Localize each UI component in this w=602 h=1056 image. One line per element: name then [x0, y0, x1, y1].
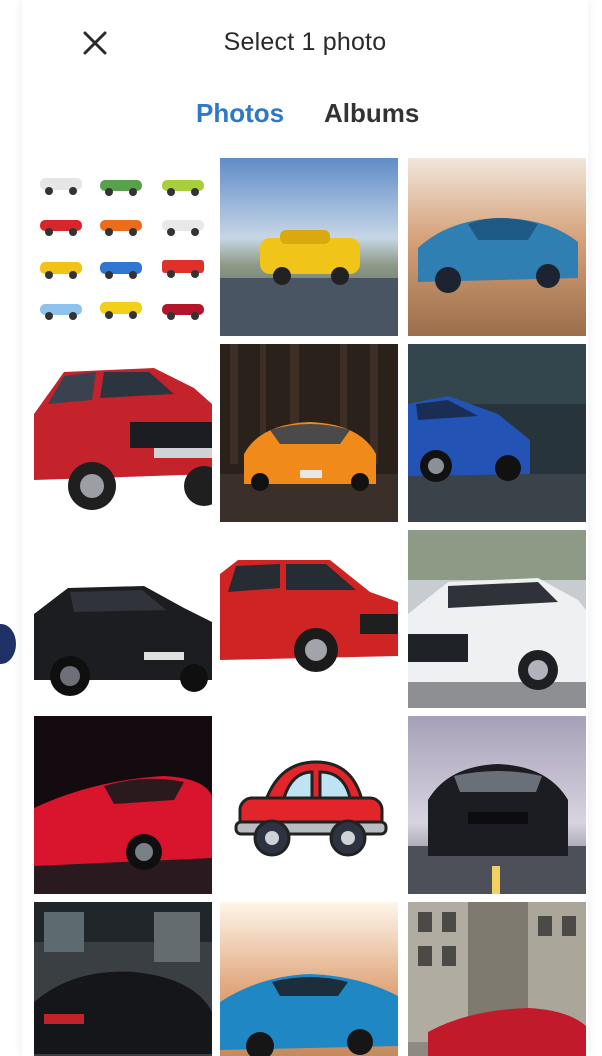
tab-albums[interactable]: Albums [324, 98, 419, 129]
photo-thumbnail[interactable] [34, 530, 212, 708]
photo-thumbnail[interactable] [34, 716, 212, 894]
blue-sports-car-image [408, 158, 586, 336]
red-sports-car-image [34, 716, 212, 894]
photo-grid [34, 158, 586, 1056]
yellow-sports-car-image [220, 158, 398, 336]
tab-photos[interactable]: Photos [196, 98, 284, 129]
black-suv-image [34, 530, 212, 708]
photo-thumbnail[interactable] [34, 158, 212, 336]
photo-thumbnail[interactable] [220, 344, 398, 522]
red-compact-suv-image [220, 530, 398, 708]
photo-thumbnail[interactable] [34, 902, 212, 1056]
picker-header: Select 1 photo [22, 0, 588, 90]
red-car-street-image [408, 902, 586, 1056]
photo-thumbnail[interactable] [408, 902, 586, 1056]
page-title: Select 1 photo [223, 28, 387, 56]
photo-thumbnail[interactable] [34, 344, 212, 522]
white-coupe-image [408, 530, 586, 708]
photo-thumbnail[interactable] [220, 902, 398, 1056]
edge-indicator-dot [0, 624, 16, 664]
photo-thumbnail[interactable] [220, 530, 398, 708]
blue-camaro-image [220, 902, 398, 1056]
black-muscle-car-image [408, 716, 586, 894]
photo-thumbnail[interactable] [220, 158, 398, 336]
photo-thumbnail[interactable] [408, 716, 586, 894]
photo-thumbnail[interactable] [408, 530, 586, 708]
black-supercar-image [34, 902, 212, 1056]
orange-supercar-image [220, 344, 398, 522]
blue-suv-image [408, 344, 586, 522]
red-suv-image [34, 344, 212, 522]
photo-picker-screen: Select 1 photo Photos Albums [0, 0, 602, 1056]
car-icons-collage-image [34, 158, 212, 336]
photo-thumbnail[interactable] [408, 344, 586, 522]
tab-bar: Photos Albums [22, 98, 588, 138]
photo-thumbnail[interactable] [408, 158, 586, 336]
cartoon-red-car-image [220, 716, 398, 894]
photo-thumbnail[interactable] [220, 716, 398, 894]
